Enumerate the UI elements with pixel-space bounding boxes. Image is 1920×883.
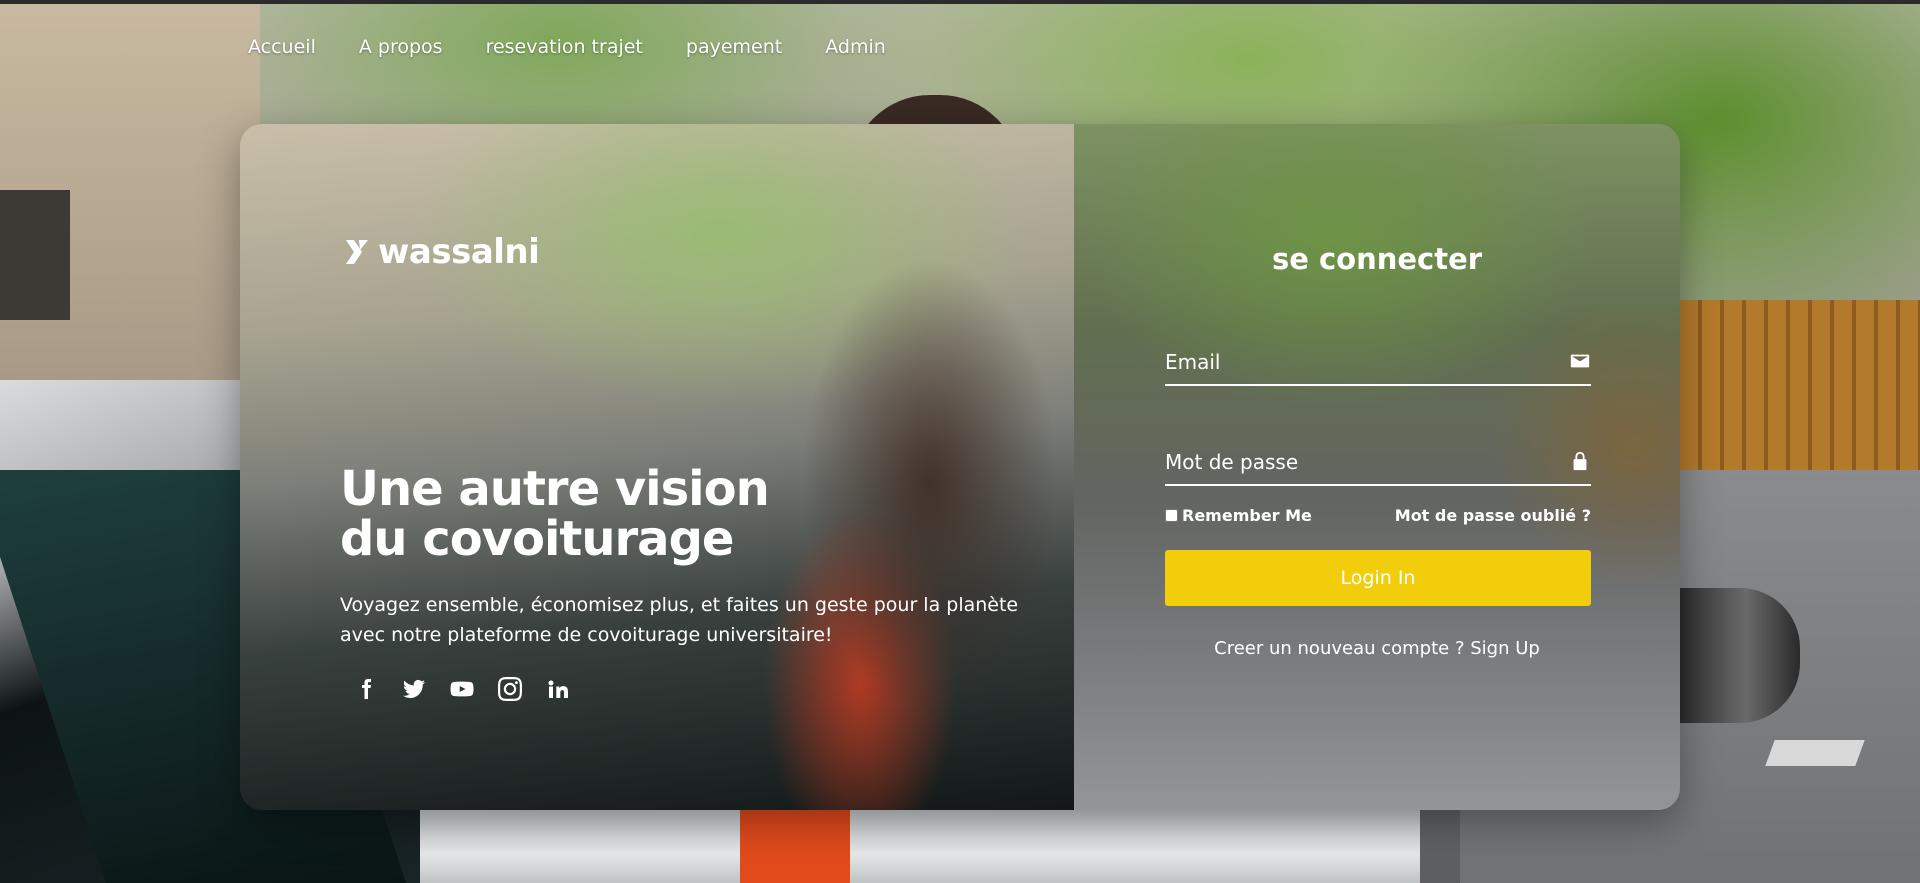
nav-item-admin[interactable]: Admin: [825, 36, 886, 58]
remember-me-label: Remember Me: [1182, 506, 1312, 525]
brand-name: wassalni: [378, 232, 540, 272]
password-input[interactable]: [1165, 440, 1591, 484]
background-fence: [1680, 300, 1920, 470]
forgot-password-link[interactable]: Mot de passe oublié ?: [1395, 506, 1591, 525]
email-field: [1165, 340, 1591, 386]
hero-headline-line2: du covoiturage: [340, 511, 734, 567]
login-options: Remember Me Mot de passe oublié ?: [1165, 506, 1591, 525]
top-border: [0, 0, 1920, 4]
signup-text: Creer un nouveau compte ?: [1214, 638, 1465, 659]
login-card: wassalni Une autre vision du covoiturage…: [240, 124, 1680, 810]
background-orange-object: [740, 800, 850, 883]
hero-headline: Une autre vision du covoiturage: [340, 464, 940, 564]
linkedin-icon[interactable]: [546, 677, 570, 701]
email-input[interactable]: [1165, 340, 1591, 384]
signup-link[interactable]: Sign Up: [1470, 638, 1540, 659]
nav-item-reservation-trajet[interactable]: resevation trajet: [486, 36, 643, 58]
lock-icon: [1569, 450, 1591, 472]
brand-mark-icon: [344, 236, 372, 268]
signup-row: Creer un nouveau compte ? Sign Up: [1074, 638, 1680, 659]
hero-headline-line1: Une autre vision: [340, 461, 770, 517]
brand-logo[interactable]: wassalni: [344, 232, 540, 272]
main-nav: Accueil A propos resevation trajet payem…: [248, 36, 886, 58]
mail-icon: [1569, 350, 1591, 372]
nav-item-accueil[interactable]: Accueil: [248, 36, 316, 58]
background-car-roof: [420, 800, 1420, 883]
social-links: [354, 677, 570, 701]
twitter-icon[interactable]: [402, 677, 426, 701]
hero-panel: wassalni Une autre vision du covoiturage…: [240, 124, 1074, 810]
background-building: [0, 0, 260, 380]
hero-subtitle: Voyagez ensemble, économisez plus, et fa…: [340, 594, 1019, 646]
background-side-shape: [1680, 588, 1800, 723]
nav-item-a-propos[interactable]: A propos: [359, 36, 443, 58]
nav-item-payement[interactable]: payement: [686, 36, 782, 58]
remember-me[interactable]: Remember Me: [1165, 506, 1312, 525]
login-button[interactable]: Login In: [1165, 550, 1591, 606]
password-field: [1165, 440, 1591, 486]
facebook-icon[interactable]: [354, 677, 378, 701]
login-title: se connecter: [1271, 242, 1483, 276]
youtube-icon[interactable]: [450, 677, 474, 701]
instagram-icon[interactable]: [498, 677, 522, 701]
remember-me-checkbox[interactable]: [1165, 509, 1178, 522]
